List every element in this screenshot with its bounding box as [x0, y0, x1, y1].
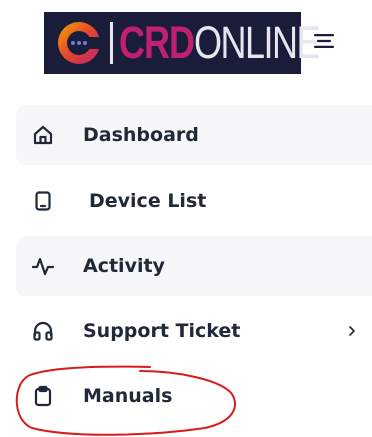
activity-icon — [32, 255, 54, 277]
sidebar-item-dashboard[interactable]: Dashboard — [16, 105, 372, 165]
sidebar-item-label: Dashboard — [83, 124, 199, 146]
chevron-right-icon[interactable] — [346, 324, 358, 338]
sidebar-item-manuals[interactable]: Manuals — [16, 366, 372, 426]
clipboard-icon — [32, 385, 54, 407]
sidebar-item-device-list[interactable]: Device List — [16, 171, 372, 231]
sidebar-item-label: Support Ticket — [83, 320, 241, 342]
sidebar-item-label: Manuals — [83, 385, 173, 407]
headphones-icon — [32, 320, 54, 342]
sidebar-nav: Dashboard Device List Activity Support T… — [0, 0, 372, 437]
sidebar-item-label: Device List — [89, 190, 207, 212]
sidebar-item-support-ticket[interactable]: Support Ticket — [16, 301, 372, 361]
home-icon — [32, 124, 54, 146]
sidebar-item-activity[interactable]: Activity — [16, 236, 372, 296]
tablet-icon — [32, 190, 54, 212]
sidebar-item-label: Activity — [83, 255, 165, 277]
